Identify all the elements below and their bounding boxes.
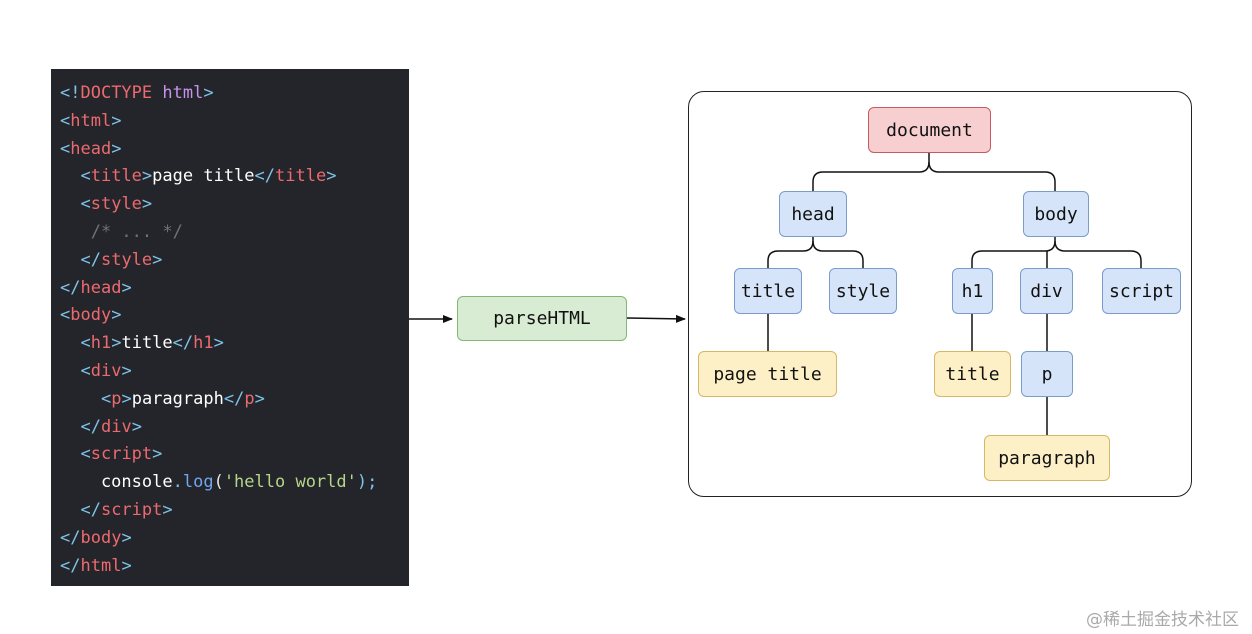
title-node: title (734, 268, 802, 314)
script-node: script (1102, 268, 1181, 314)
h1-title-text-node: title (934, 351, 1011, 397)
style-node: style (829, 268, 897, 314)
page-title-text-node: page title (698, 351, 837, 397)
h1-node: h1 (952, 268, 993, 314)
arrow-parser-to-tree (625, 314, 686, 323)
paragraph-text-node: paragraph (984, 435, 1110, 481)
p-node: p (1021, 351, 1073, 397)
div-node: div (1020, 268, 1073, 314)
watermark: @稀土掘金技术社区 (1086, 610, 1239, 630)
parse-html-node: parseHTML (457, 296, 627, 341)
head-node: head (779, 191, 847, 237)
body-node: body (1023, 191, 1089, 237)
document-node: document (868, 107, 991, 153)
